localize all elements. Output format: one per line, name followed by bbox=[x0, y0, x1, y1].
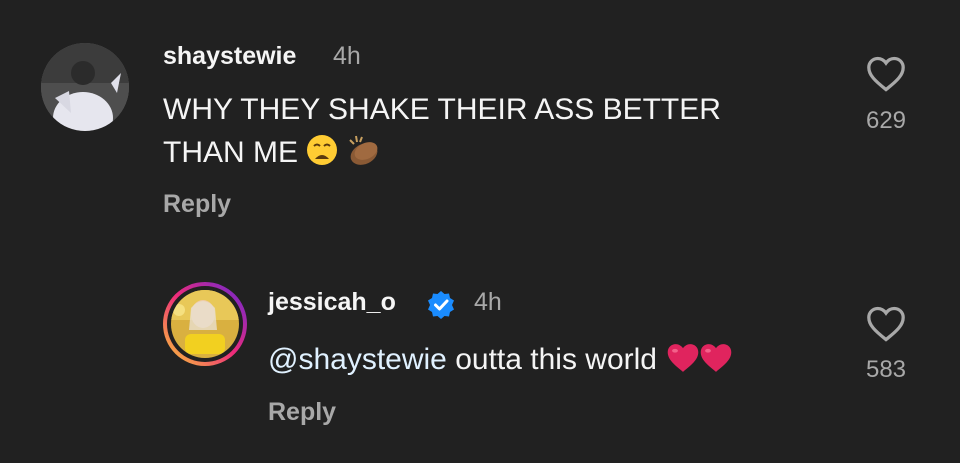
comment-timestamp: 4h bbox=[474, 288, 502, 316]
weary-face-emoji bbox=[306, 135, 346, 168]
avatar-jessicah_o[interactable] bbox=[163, 282, 247, 366]
comment-username[interactable]: shaystewie bbox=[163, 42, 296, 71]
comment-text-body: outta this world bbox=[446, 343, 657, 376]
verified-badge-icon bbox=[428, 291, 454, 319]
heart-outline-icon[interactable] bbox=[866, 306, 906, 342]
reply-button[interactable]: Reply bbox=[268, 398, 336, 427]
comment-2: jessicah_o 4h @shaystewie outta this wor… bbox=[0, 240, 960, 463]
reply-button[interactable]: Reply bbox=[163, 190, 231, 219]
like-count: 629 bbox=[865, 107, 907, 134]
comment-text-line2: THAN ME bbox=[163, 136, 298, 169]
comment-text: @shaystewie outta this world bbox=[268, 338, 828, 381]
like-count: 583 bbox=[865, 356, 907, 383]
avatar-photo bbox=[171, 290, 239, 358]
comment-1: shaystewie 4h WHY THEY SHAKE THEIR ASS B… bbox=[0, 0, 960, 240]
mention-link[interactable]: @shaystewie bbox=[268, 343, 447, 376]
avatar-photo bbox=[41, 43, 129, 131]
comment-timestamp: 4h bbox=[333, 42, 361, 70]
comment-text-line1: WHY THEY SHAKE THEIR ASS BETTER bbox=[163, 93, 721, 126]
comment-username[interactable]: jessicah_o bbox=[268, 288, 396, 317]
comment-text: WHY THEY SHAKE THEIR ASS BETTER THAN ME bbox=[163, 88, 823, 174]
red-heart-emoji bbox=[698, 343, 734, 376]
avatar-shaystewie[interactable] bbox=[41, 43, 129, 131]
heart-outline-icon[interactable] bbox=[866, 56, 906, 92]
clapping-hands-emoji bbox=[346, 135, 382, 168]
